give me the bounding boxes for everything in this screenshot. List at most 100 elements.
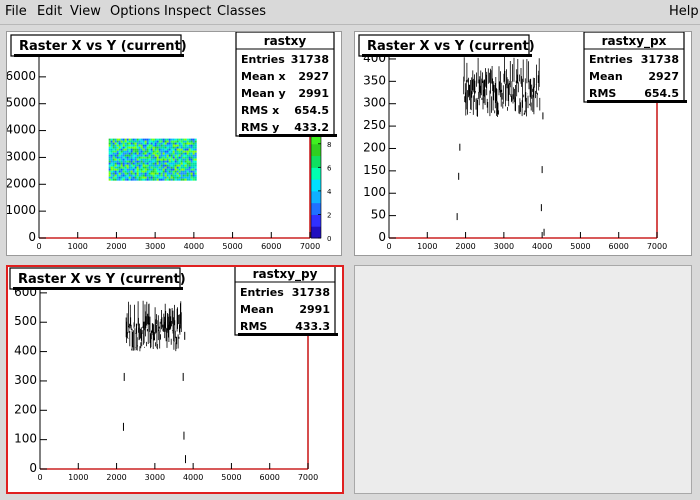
heatmap-cell bbox=[190, 176, 193, 179]
stats-value: 654.5 bbox=[644, 87, 679, 100]
heatmap-cell bbox=[166, 174, 169, 177]
pad-top-right[interactable]: 0 1000 2000 3000 4000 5000 6000 7000 0 50 100 150 20… bbox=[354, 31, 692, 256]
heatmap-cell bbox=[118, 176, 121, 179]
menu-edit[interactable]: Edit bbox=[37, 4, 62, 19]
heatmap-cell bbox=[124, 138, 127, 141]
y-tick-label: 300 bbox=[14, 373, 37, 387]
heatmap-cell bbox=[114, 156, 117, 159]
heatmap-cell bbox=[120, 168, 123, 171]
heatmap-cell bbox=[154, 170, 157, 173]
heatmap-cell bbox=[128, 158, 131, 161]
heatmap-cell bbox=[192, 176, 195, 179]
heatmap-cell bbox=[124, 146, 127, 149]
pad-top-left[interactable]: 0 1000 2000 3000 4000 5000 6000 7000 0 1000 2000 30… bbox=[5, 31, 342, 256]
heatmap-cell bbox=[118, 168, 121, 171]
menu-classes[interactable]: Classes bbox=[217, 4, 266, 19]
heatmap-cell bbox=[176, 168, 179, 171]
heatmap-cell bbox=[180, 158, 183, 161]
heatmap-cell bbox=[144, 150, 147, 153]
heatmap-cell bbox=[122, 156, 125, 159]
color-palette-scale: 0 2 4 6 8 bbox=[310, 131, 332, 243]
heatmap-cell bbox=[162, 138, 165, 141]
menu-view[interactable]: View bbox=[70, 4, 101, 19]
stats-box[interactable]: rastxy_py Entries 31738 Mean 2991 RMS 433.3 bbox=[234, 264, 338, 336]
heatmap-cell bbox=[164, 168, 167, 171]
heatmap-cell bbox=[184, 172, 187, 175]
heatmap-cell bbox=[112, 172, 115, 175]
heatmap-cell bbox=[164, 170, 167, 173]
heatmap-cell bbox=[172, 148, 175, 151]
heatmap-cell bbox=[124, 166, 127, 169]
heatmap-cell bbox=[186, 138, 189, 141]
heatmap-cell bbox=[112, 164, 115, 167]
heatmap-cell bbox=[116, 158, 119, 161]
heatmap-cell bbox=[140, 174, 143, 177]
stats-label: Entries bbox=[240, 286, 284, 299]
heatmap-cell bbox=[148, 164, 151, 167]
heatmap-cell bbox=[170, 154, 173, 157]
heatmap-cell bbox=[190, 154, 193, 157]
heatmap-cell bbox=[138, 152, 141, 155]
heatmap-cell bbox=[152, 170, 155, 173]
heatmap-cell bbox=[170, 156, 173, 159]
heatmap-cell bbox=[124, 164, 127, 167]
heatmap-cell bbox=[188, 162, 191, 165]
heatmap-cell bbox=[164, 152, 167, 155]
heatmap-cell bbox=[182, 142, 185, 145]
stats-box[interactable]: rastxy_px Entries 31738 Mean 2927 RMS 654.5 bbox=[583, 31, 687, 103]
menu-options[interactable]: Options bbox=[110, 4, 160, 19]
heatmap-cell bbox=[142, 150, 145, 153]
title-box[interactable]: Raster X vs Y (current) bbox=[358, 34, 535, 57]
heatmap-cell bbox=[180, 138, 183, 141]
heatmap-cell bbox=[158, 170, 161, 173]
heatmap-cell bbox=[182, 170, 185, 173]
heatmap-cell bbox=[174, 138, 177, 141]
heatmap-cell bbox=[168, 148, 171, 151]
stats-box[interactable]: rastxy Entries 31738 Mean x 2927 Mean y 2991 R… bbox=[235, 31, 337, 137]
heatmap-cell bbox=[136, 162, 139, 165]
heatmap-cell bbox=[142, 174, 145, 177]
title-box[interactable]: Raster X vs Y (current) bbox=[10, 34, 187, 57]
heatmap-cell bbox=[142, 138, 145, 141]
heatmap-cell bbox=[146, 170, 149, 173]
heatmap-cell bbox=[108, 142, 111, 145]
heatmap-cell bbox=[156, 164, 159, 167]
heatmap-cell bbox=[162, 162, 165, 165]
heatmap-cell bbox=[156, 166, 159, 169]
heatmap-cell bbox=[126, 170, 129, 173]
menu-file[interactable]: File bbox=[5, 4, 27, 19]
x-tick-label: 7000 bbox=[298, 473, 318, 482]
menu-inspect[interactable]: Inspect bbox=[164, 4, 211, 19]
heatmap-cell bbox=[156, 138, 159, 141]
pad-bottom-right-empty[interactable] bbox=[354, 265, 692, 494]
heatmap-cell bbox=[128, 176, 131, 179]
heatmap-cell bbox=[156, 152, 159, 155]
heatmap-cell bbox=[108, 176, 111, 179]
heatmap-cell bbox=[194, 150, 197, 153]
heatmap-cell bbox=[184, 178, 187, 181]
palette-tick-label: 8 bbox=[327, 141, 331, 149]
heatmap-cell bbox=[168, 158, 171, 161]
heatmap-cell bbox=[178, 154, 181, 157]
heatmap-cell bbox=[152, 152, 155, 155]
heatmap-cell bbox=[190, 178, 193, 181]
heatmap-cell bbox=[176, 178, 179, 181]
x-tick-label: 7000 bbox=[647, 242, 667, 251]
heatmap-cell bbox=[110, 138, 113, 141]
heatmap-cell bbox=[130, 176, 133, 179]
heatmap-cell bbox=[128, 172, 131, 175]
stats-value: 2927 bbox=[298, 70, 329, 83]
heatmap-cell bbox=[114, 152, 117, 155]
heatmap-cell bbox=[156, 154, 159, 157]
root-canvas[interactable]: 0 1000 2000 3000 4000 5000 6000 7000 0 1000 2000 30… bbox=[0, 25, 700, 500]
heatmap-cell bbox=[118, 170, 121, 173]
title-box[interactable]: Raster X vs Y (current) bbox=[9, 267, 186, 290]
heatmap-cell bbox=[186, 158, 189, 161]
heatmap-cell bbox=[166, 158, 169, 161]
pad-bottom-left[interactable]: 0 1000 2000 3000 4000 5000 6000 7000 0 100 200 300 4… bbox=[6, 264, 344, 494]
heatmap-cell bbox=[194, 140, 197, 143]
menu-help[interactable]: Help bbox=[669, 4, 699, 19]
heatmap-cell bbox=[146, 152, 149, 155]
heatmap-cell bbox=[152, 168, 155, 171]
heatmap-cell bbox=[140, 144, 143, 147]
